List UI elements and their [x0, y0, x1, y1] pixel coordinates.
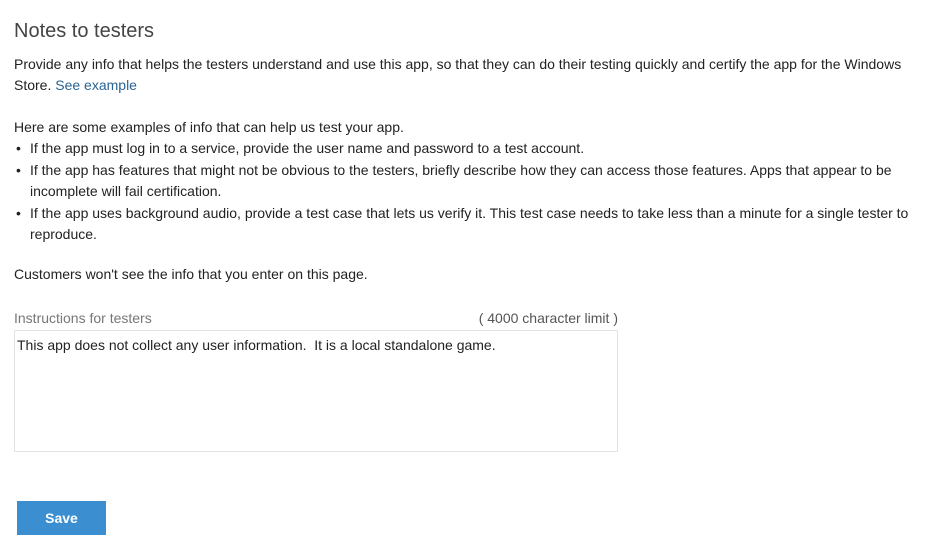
examples-list: If the app must log in to a service, pro…: [14, 138, 932, 246]
see-example-link[interactable]: See example: [55, 77, 137, 93]
list-item: If the app has features that might not b…: [14, 160, 932, 203]
notes-to-testers-page: Notes to testers Provide any info that h…: [14, 18, 934, 452]
customers-note: Customers won't see the info that you en…: [14, 265, 368, 282]
instructions-label: Instructions for testers: [14, 309, 152, 326]
save-button[interactable]: Save: [17, 501, 106, 535]
instructions-field-header: Instructions for testers ( 4000 characte…: [14, 308, 618, 328]
instructions-textarea[interactable]: This app does not collect any user infor…: [14, 329, 618, 452]
examples-heading: Here are some examples of info that can …: [14, 119, 404, 135]
intro-paragraph: Provide any info that helps the testers …: [14, 54, 932, 96]
intro-text: Provide any info that helps the testers …: [14, 56, 902, 93]
character-limit-note: ( 4000 character limit ): [478, 309, 618, 326]
list-item: If the app must log in to a service, pro…: [14, 138, 932, 160]
page-title: Notes to testers: [14, 20, 155, 42]
list-item: If the app uses background audio, provid…: [14, 203, 932, 246]
